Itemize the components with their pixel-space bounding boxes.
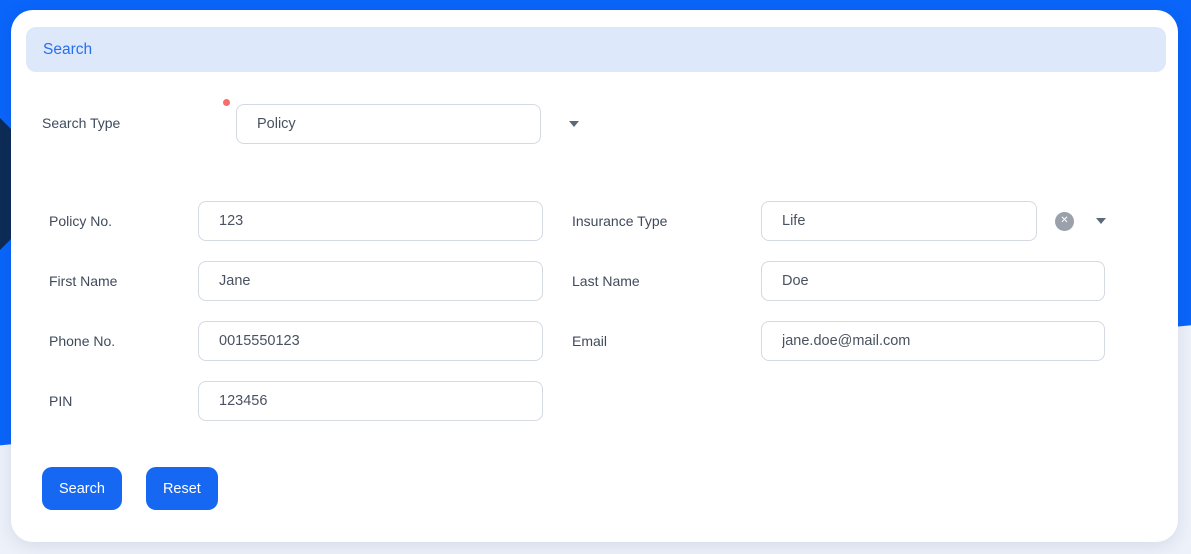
phone-no-input[interactable]: [198, 321, 543, 361]
first-name-label: First Name: [11, 273, 198, 289]
form-row-pin: PIN: [11, 381, 1178, 421]
form-row-policy-insurance: Policy No. Insurance Type ✕: [11, 201, 1178, 241]
phone-no-label: Phone No.: [11, 333, 198, 349]
insurance-type-label: Insurance Type: [572, 213, 761, 229]
insurance-type-select[interactable]: [761, 201, 1037, 241]
panel-title: Search: [43, 41, 92, 59]
panel-header: Search: [26, 27, 1166, 72]
form-actions: Search Reset: [42, 467, 218, 510]
reset-button[interactable]: Reset: [146, 467, 218, 510]
form-row-names: First Name Last Name: [11, 261, 1178, 301]
caret-down-icon[interactable]: [1096, 218, 1106, 224]
last-name-input[interactable]: [761, 261, 1105, 301]
first-name-input[interactable]: [198, 261, 543, 301]
search-type-label: Search Type: [42, 115, 120, 131]
pin-input[interactable]: [198, 381, 543, 421]
pin-label: PIN: [11, 393, 198, 409]
email-label: Email: [572, 333, 761, 349]
required-dot: [223, 99, 230, 106]
search-button[interactable]: Search: [42, 467, 122, 510]
circle-x-icon[interactable]: ✕: [1055, 212, 1074, 231]
search-type-select[interactable]: [236, 104, 541, 144]
policy-no-label: Policy No.: [11, 213, 198, 229]
last-name-label: Last Name: [572, 273, 761, 289]
search-type-row: Search Type: [11, 104, 1178, 144]
search-panel: Search Search Type Policy No. Insurance …: [11, 10, 1178, 542]
caret-down-icon[interactable]: [569, 121, 579, 127]
policy-no-input[interactable]: [198, 201, 543, 241]
form-row-contact: Phone No. Email: [11, 321, 1178, 361]
email-input[interactable]: [761, 321, 1105, 361]
